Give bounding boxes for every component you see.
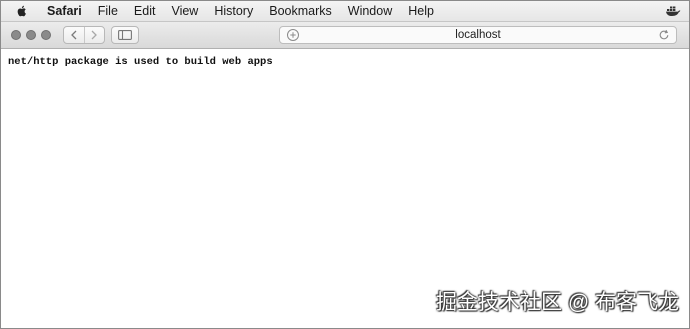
menu-help[interactable]: Help: [400, 4, 442, 18]
navigation-buttons: [63, 26, 105, 44]
back-button[interactable]: [64, 27, 84, 43]
menu-file[interactable]: File: [90, 4, 126, 18]
chevron-left-icon: [70, 30, 77, 40]
zoom-window-button[interactable]: [41, 30, 51, 40]
close-window-button[interactable]: [11, 30, 21, 40]
menu-history[interactable]: History: [206, 4, 261, 18]
address-bar[interactable]: localhost: [279, 26, 677, 44]
browser-toolbar: localhost: [1, 22, 689, 49]
chevron-right-icon: [91, 30, 98, 40]
watermark: 掘金技术社区 @ 布客飞龙: [436, 291, 679, 314]
menu-view[interactable]: View: [163, 4, 206, 18]
menu-bookmarks[interactable]: Bookmarks: [261, 4, 340, 18]
sidebar-button[interactable]: [111, 26, 139, 44]
sidebar-icon: [118, 30, 132, 40]
apple-icon[interactable]: [15, 4, 29, 18]
minimize-window-button[interactable]: [26, 30, 36, 40]
forward-button[interactable]: [83, 27, 105, 43]
menu-app-name[interactable]: Safari: [39, 4, 90, 18]
menu-bar: Safari File Edit View History Bookmarks …: [1, 1, 689, 22]
menu-edit[interactable]: Edit: [126, 4, 164, 18]
page-body-text: net/http package is used to build web ap…: [8, 56, 273, 68]
page-content: net/http package is used to build web ap…: [1, 49, 689, 328]
menu-window[interactable]: Window: [340, 4, 400, 18]
address-text[interactable]: localhost: [280, 29, 676, 41]
reload-icon[interactable]: [658, 29, 670, 41]
docker-icon[interactable]: [665, 4, 681, 18]
browser-window: Safari File Edit View History Bookmarks …: [0, 0, 690, 329]
